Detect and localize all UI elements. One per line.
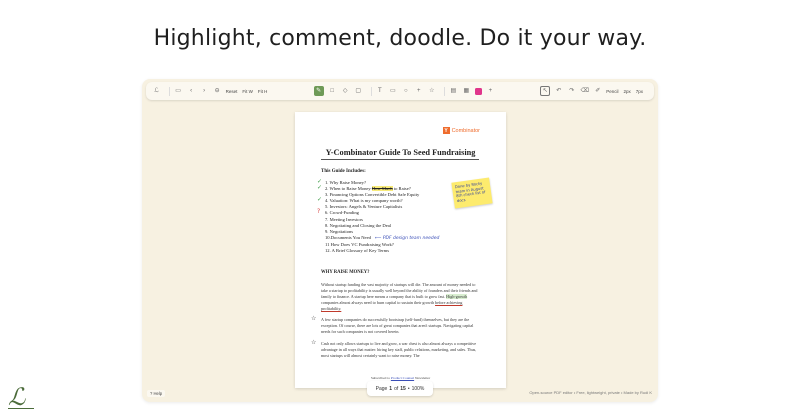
yc-logo-mark: Y [442,127,450,134]
pointer-icon[interactable]: ↖ [540,86,551,96]
credit-text: Open-source PDF editor • Free, lightweig… [529,390,652,395]
size-2px-button[interactable]: 2px [623,89,630,94]
divider [169,86,170,96]
page-indicator: Page 1 of 15 • 100% [367,381,433,396]
yc-logo: Y Combinator [442,127,480,134]
title-rule [321,159,479,160]
pdf-editor-window: ℒ ▭ ‹ › ⊖ Reset Fit W Fit H ✎ □ ◇ ▢ T ▭ … [142,79,658,402]
size-7px-button[interactable]: 7px [636,89,643,94]
trash-icon[interactable]: ⌫ [580,87,589,96]
add-color-icon[interactable]: + [486,87,495,96]
divider [370,86,372,96]
paragraph: Cash not only allows startups to live an… [321,341,477,358]
zoom-icon[interactable]: ⊖ [213,87,222,96]
headline: Highlight, comment, doodle. Do it your w… [153,26,647,51]
question-mark-icon: ? [317,208,321,216]
footer-link[interactable]: Product Counsel [391,376,414,380]
check-icon: ✓ [317,196,323,204]
folder-icon[interactable]: ▭ [174,87,183,96]
paragraph: A few startup companies do successfully … [321,317,474,334]
total-pages: 15 [400,385,406,392]
check-icon: ✓ [317,184,323,192]
page-footer: Subscribed to Product Counsel Newsletter [370,376,431,380]
pencil-label: Pencil [606,88,619,94]
pen-icon[interactable]: ✐ [593,87,602,96]
sticky-note[interactable]: Done by Rocky team in August 8th check l… [451,177,493,209]
undo-icon[interactable]: ↶ [554,87,563,96]
circle-icon[interactable]: ○ [401,87,410,96]
signature-underline [8,408,34,409]
color-swatch[interactable] [474,87,482,95]
zoom-level[interactable]: 100% [412,386,425,392]
doc-title: Y-Combinator Guide To Seed Fundraising [325,148,476,157]
rectangle-icon[interactable]: ▭ [388,87,397,96]
layers-icon[interactable]: ▤ [449,87,458,96]
star-icon[interactable]: ☆ [311,339,316,346]
highlight-strike[interactable]: How Much [371,186,393,192]
toc-item: 12. A Brief Glossary of Key Terms [325,248,390,254]
toc-item: 10.Documents You Need ⟵ PDF design team n… [325,234,440,241]
section-heading: WHY RAISE MONEY? [321,270,370,275]
highlighter-icon[interactable]: ◇ [341,87,350,96]
reset-button[interactable]: Reset [226,89,238,94]
signature-icon[interactable]: ℒ [152,87,161,96]
guide-includes-heading: This Guide Includes: [321,169,366,174]
plus-icon[interactable]: + [414,87,423,96]
paragraph: Without startup funding the vast majorit… [321,282,478,311]
fit-height-button[interactable]: Fit H [258,89,268,94]
pencil-tool-icon[interactable]: ✎ [313,86,324,96]
text-icon[interactable]: T [375,87,384,96]
divider [444,86,445,96]
yc-logo-text: Combinator [451,127,480,134]
toolbar: ℒ ▭ ‹ › ⊖ Reset Fit W Fit H ✎ □ ◇ ▢ T ▭ … [146,82,654,100]
signature-logo: ℒ [8,383,34,413]
select-icon[interactable]: □ [328,87,337,96]
highlighted-text[interactable]: High-growth [446,294,468,299]
redo-icon[interactable]: ↷ [567,87,576,96]
star-icon[interactable]: ☆ [311,315,316,322]
pdf-page: Y Combinator Y-Combinator Guide To Seed … [295,112,506,388]
note-icon[interactable]: ▢ [354,87,363,96]
help-button[interactable]: ? Help [147,390,166,397]
current-page[interactable]: 1 [389,386,392,392]
chevron-left-icon[interactable]: ‹ [187,87,196,96]
star-icon[interactable]: ☆ [427,87,436,96]
toc-list: ✓ 1. Why Raise Money? ✓ 2. When to Raise M… [317,178,440,254]
fit-width-button[interactable]: Fit W [242,89,253,94]
stamp-icon[interactable]: ▦ [462,87,471,96]
chevron-right-icon[interactable]: › [200,87,209,96]
handwritten-note[interactable]: ⟵ PDF design team needed [375,236,439,241]
